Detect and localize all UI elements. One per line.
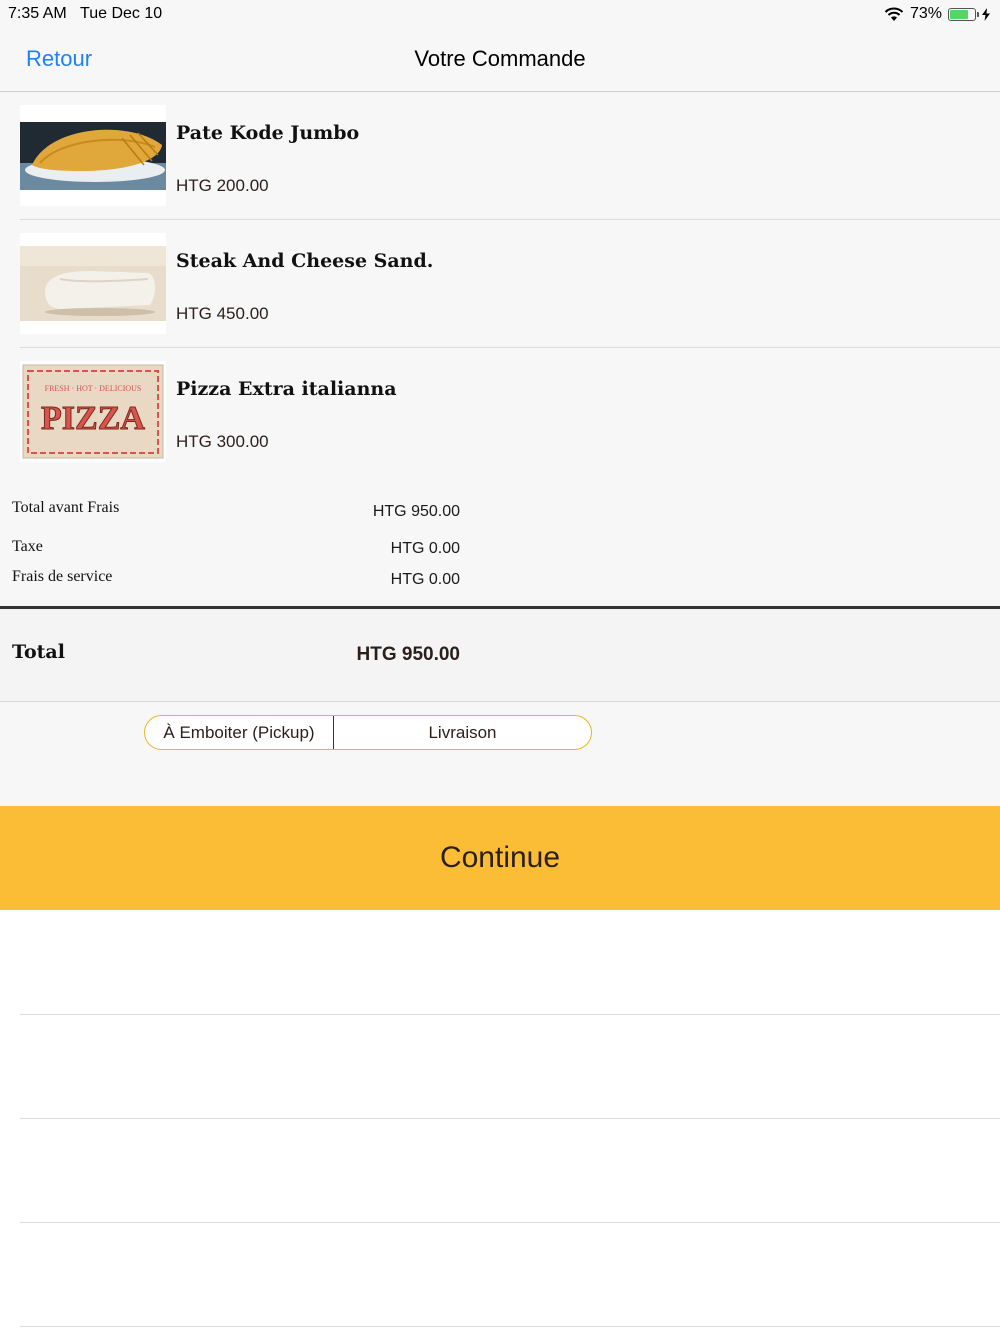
tax-value: HTG 0.00 [390,540,460,557]
status-right: 73% [884,5,990,23]
pastry-image [20,122,166,190]
order-item[interactable]: Pate Kode Jumbo HTG 200.00 [20,92,1000,220]
delivery-options-area: À Emboiter (Pickup) Livraison [0,702,1000,806]
empty-row-separator [20,1222,1000,1223]
segment-pickup[interactable]: À Emboiter (Pickup) [145,716,334,749]
item-price: HTG 300.00 [176,432,269,451]
pizza-box-top-text: FRESH · HOT · DELICIOUS [45,384,142,393]
empty-row-separator [20,1326,1000,1327]
order-item[interactable]: FRESH · HOT · DELICIOUS PIZZA Pizza Extr… [20,348,1000,476]
wifi-icon [884,7,904,21]
total-section: Total HTG 950.00 [0,609,1000,702]
item-name: Pate Kode Jumbo [176,122,360,144]
order-items-list: Pate Kode Jumbo HTG 200.00 Steak And Che… [0,92,1000,476]
total-value: HTG 950.00 [356,644,461,665]
pizza-box-text: PIZZA [41,400,145,437]
item-image-sandwich [20,233,166,334]
item-image-pizza-box: FRESH · HOT · DELICIOUS PIZZA [20,361,166,462]
bolt-icon [982,7,990,21]
battery-icon [948,7,979,21]
battery-fill [950,9,968,19]
item-image-pastry [20,105,166,206]
continue-button[interactable]: Continue [0,806,1000,910]
subtotal-label: Total avant Frais [12,499,120,516]
battery-percent: 73% [909,5,942,22]
tax-label: Taxe [12,538,43,555]
item-price: HTG 450.00 [176,304,269,323]
item-name: Steak And Cheese Sand. [176,250,434,272]
status-date: Tue Dec 10 [80,5,163,22]
page-title: Votre Commande [414,46,586,71]
item-name: Pizza Extra italianna [176,378,397,400]
navigation-bar: Retour Votre Commande [0,28,1000,92]
delivery-segmented-control: À Emboiter (Pickup) Livraison [144,715,592,750]
status-time: 7:35 AM Tue Dec 10 [8,5,162,23]
status-bar: 7:35 AM Tue Dec 10 73% [0,0,1000,28]
pizza-box-image: FRESH · HOT · DELICIOUS PIZZA [22,364,164,459]
service-fee-label: Frais de service [12,568,113,585]
segment-delivery[interactable]: Livraison [334,716,591,749]
sandwich-image [20,246,166,321]
order-summary: Total avant Frais HTG 950.00 Taxe HTG 0.… [0,474,1000,606]
subtotal-value: HTG 950.00 [372,503,460,520]
order-item[interactable]: Steak And Cheese Sand. HTG 450.00 [20,220,1000,348]
status-clock: 7:35 AM [8,5,67,22]
empty-row-separator [20,1118,1000,1119]
item-price: HTG 200.00 [176,176,269,195]
empty-row-separator [20,1014,1000,1015]
battery-tip [977,11,979,17]
service-fee-value: HTG 0.00 [390,571,460,588]
